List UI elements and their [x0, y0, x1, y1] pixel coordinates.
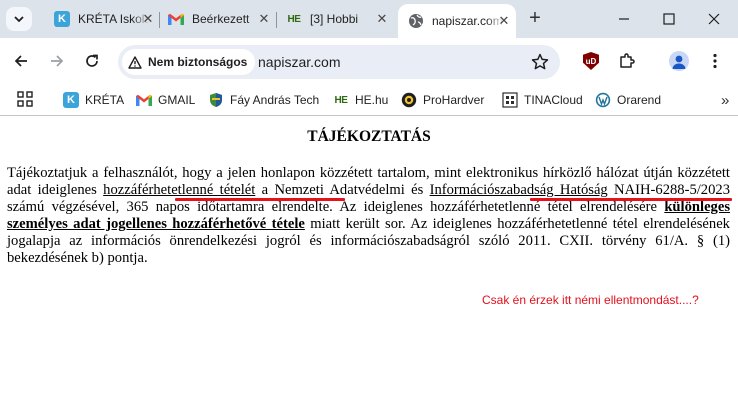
more-vert-icon — [713, 53, 717, 69]
more-bookmarks-icon[interactable]: » — [721, 92, 729, 109]
maximize-icon — [663, 13, 675, 25]
reload-button[interactable] — [80, 49, 104, 73]
bookmark-kreta[interactable]: K KRÉTA — [63, 90, 124, 110]
maximize-button[interactable] — [656, 6, 682, 32]
puzzle-icon — [620, 53, 635, 68]
annotation-comment: Csak én érzek itt némi ellentmondást....… — [482, 293, 699, 307]
close-icon[interactable]: ✕ — [256, 11, 272, 27]
bookmark-orarend[interactable]: Orarend — [595, 90, 661, 110]
bookmark-fay-andras[interactable]: Fáy András Tech — [208, 90, 319, 110]
bookmark-label: HE.hu — [355, 93, 389, 107]
toolbar: Nem biztonságos napiszar.com uD — [0, 38, 738, 84]
avatar — [669, 51, 689, 71]
apps-grid-icon[interactable] — [17, 91, 33, 107]
tab-hobbi[interactable]: HE [3] Hobbi ✕ — [276, 6, 394, 32]
close-icon[interactable]: ✕ — [140, 11, 156, 27]
ublock-extension-button[interactable]: uD — [581, 51, 601, 71]
he-icon: HE — [334, 94, 348, 106]
chevron-down-icon — [14, 16, 24, 23]
tab-gmail[interactable]: Beérkezett ✕ — [158, 6, 276, 32]
tinacloud-icon — [502, 92, 518, 108]
close-icon[interactable]: ✕ — [374, 11, 390, 27]
bookmarks-bar: K KRÉTA GMAIL Fáy András Tech HE HE.hu P… — [0, 84, 738, 116]
tab-napiszar[interactable]: napiszar.com ✕ — [398, 4, 516, 38]
star-icon[interactable] — [530, 52, 550, 72]
url-text[interactable]: napiszar.com — [258, 54, 340, 70]
tab-kreta[interactable]: K KRÉTA Iskolai ✕ — [44, 6, 160, 32]
new-tab-button[interactable]: + — [524, 8, 546, 30]
kreta-icon: K — [63, 92, 79, 108]
tab-title: napiszar.com — [432, 14, 503, 28]
tab-title: [3] Hobbi — [310, 12, 359, 26]
bookmark-tinacloud[interactable]: TINACloud — [502, 90, 583, 110]
reload-icon — [86, 54, 98, 67]
minimize-icon — [619, 18, 629, 20]
address-bar[interactable]: Nem biztonságos napiszar.com — [118, 45, 560, 79]
page-title: TÁJÉKOZTATÁS — [307, 128, 431, 145]
notice-text: a Nemzeti Adatvédelmi és — [255, 182, 430, 198]
menu-button[interactable] — [705, 51, 725, 71]
bookmark-label: Fáy András Tech — [230, 93, 320, 107]
red-underline-mark — [175, 198, 345, 201]
bookmark-prohardver[interactable]: ProHardver — [401, 90, 484, 110]
prohardver-icon — [401, 92, 417, 108]
arrow-left-icon — [14, 55, 27, 67]
bookmark-label: ProHardver — [423, 93, 485, 107]
arrow-right-icon — [51, 55, 64, 67]
close-icon[interactable]: ✕ — [496, 13, 512, 29]
close-icon — [708, 13, 720, 25]
back-button[interactable] — [9, 49, 33, 73]
underlined-phrase: Információszabadság Hatóság — [429, 182, 608, 198]
extensions-button[interactable] — [617, 51, 637, 71]
notice-paragraph: Tájékoztatjuk a felhasználót, hogy a jel… — [7, 165, 730, 267]
bookmark-label: KRÉTA — [85, 93, 125, 107]
bookmark-label: TINACloud — [524, 93, 583, 107]
profile-button[interactable] — [669, 51, 689, 71]
ublock-icon: uD — [583, 52, 599, 70]
security-label: Nem biztonságos — [148, 55, 248, 69]
underlined-phrase: hozzáférhetetlenné tételét — [103, 182, 256, 198]
close-window-button[interactable] — [701, 6, 727, 32]
bookmark-label: GMAIL — [158, 93, 196, 107]
kreta-icon: K — [54, 11, 70, 27]
red-underline-mark — [530, 198, 732, 201]
shield-logo-icon — [208, 92, 224, 108]
warning-icon — [128, 55, 142, 69]
bookmark-gmail[interactable]: GMAIL — [136, 90, 195, 110]
gmail-icon — [136, 92, 152, 108]
person-icon — [672, 55, 686, 69]
gmail-icon — [168, 11, 184, 27]
bookmark-label: Orarend — [617, 93, 662, 107]
forward-button[interactable] — [45, 49, 69, 73]
tab-title: Beérkezett — [192, 12, 250, 26]
tab-strip: K KRÉTA Iskolai ✕ Beérkezett ✕ HE [3] Ho… — [0, 0, 738, 38]
bookmark-he[interactable]: HE HE.hu — [333, 90, 389, 110]
he-icon: HE — [287, 13, 301, 25]
tab-search-button[interactable] — [6, 7, 32, 31]
extension-label: uD — [585, 56, 597, 66]
wordpress-icon — [595, 92, 611, 108]
page-content: TÁJÉKOZTATÁS Tájékoztatjuk a felhasználó… — [0, 117, 738, 414]
globe-icon — [408, 13, 424, 29]
security-chip[interactable]: Nem biztonságos — [122, 49, 256, 75]
minimize-button[interactable] — [611, 6, 637, 32]
